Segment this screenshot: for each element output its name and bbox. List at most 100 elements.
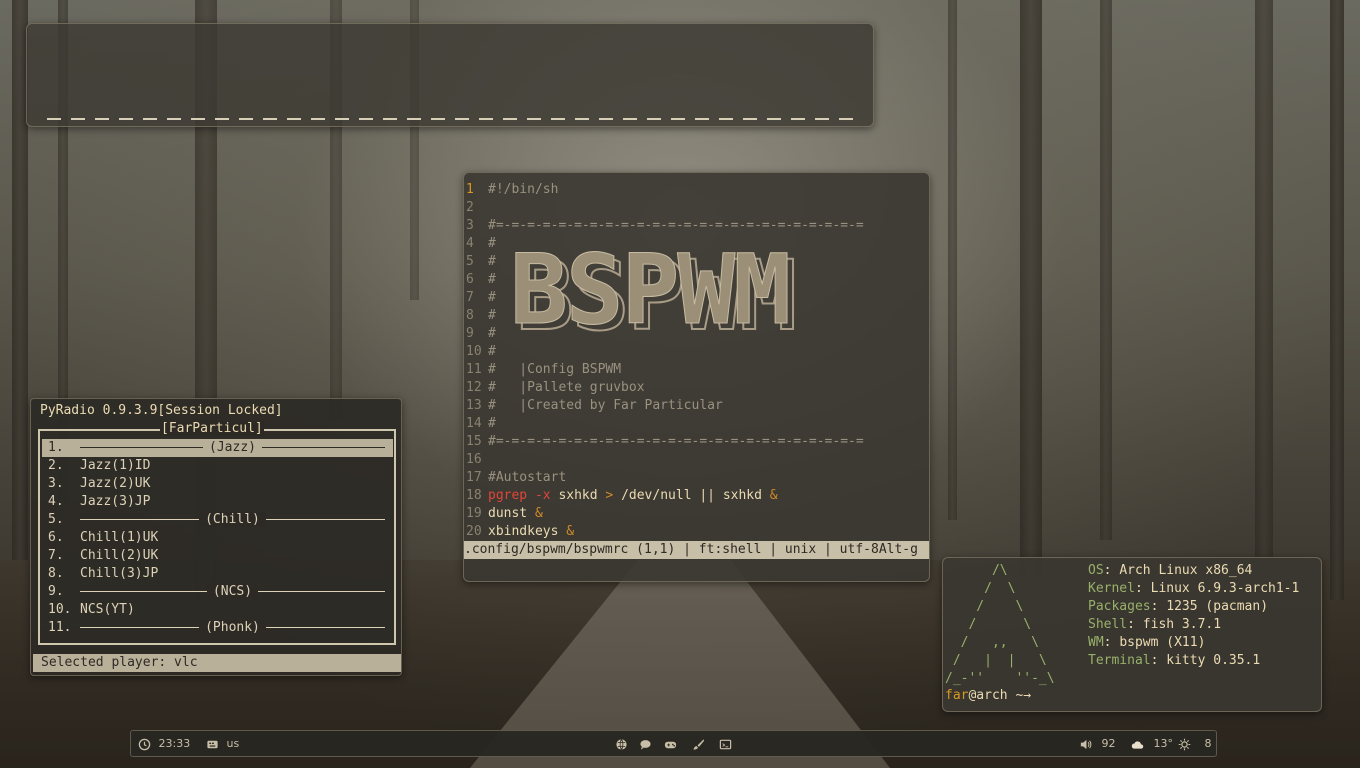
workspace-games[interactable] — [664, 737, 677, 751]
top-widget — [26, 23, 874, 127]
station-group-row[interactable]: 11. (Phonk) — [42, 619, 393, 637]
code-token: sxhkd — [550, 488, 606, 503]
code-line[interactable]: 15 #=-=-=-=-=-=-=-=-=-=-=-=-=-=-=-=-=-=-=… — [464, 433, 864, 451]
station-row[interactable]: 3. Jazz(2)UK — [42, 475, 393, 493]
weather-module[interactable]: 13° — [1129, 737, 1173, 751]
station-row[interactable]: 2. Jazz(1)ID — [42, 457, 393, 475]
line-number: 15 — [466, 434, 482, 449]
station-name: Jazz(2)UK — [80, 476, 151, 491]
code-token: #=-=-=-=-=-=-=-=-=-=-=-=-=-=-=-=-=-=-=-=… — [488, 218, 864, 233]
code-line[interactable]: 16 — [464, 451, 488, 469]
station-row[interactable]: 7. Chill(2)UK — [42, 547, 393, 565]
fastfetch-terminal[interactable]: /\ / \ / \ / \ / ,, \ / | | \ /_-'' ''-_… — [942, 557, 1322, 712]
code-line[interactable]: 20 xbindkeys & — [464, 523, 574, 541]
station-number: 1. — [48, 440, 64, 455]
code-token: # — [488, 344, 496, 359]
code-token: & — [534, 506, 543, 521]
code-line[interactable]: 5 # — [464, 253, 496, 271]
station-list[interactable]: [FarParticul] 1. (Jazz) 2. Jazz(1)ID 3. Jazz(… — [38, 421, 396, 645]
code-line[interactable]: 8 # — [464, 307, 496, 325]
station-name: NCS(YT) — [80, 602, 135, 617]
pyradio-window[interactable]: PyRadio 0.9.3.9[Session Locked] [FarPart… — [30, 398, 402, 676]
workspace-paint[interactable] — [692, 737, 705, 751]
workspace-chat[interactable] — [639, 737, 652, 751]
workspace-terminal[interactable] — [719, 737, 732, 751]
group-label: (NCS) — [206, 584, 259, 599]
code-token: pgrep — [488, 488, 528, 503]
station-row[interactable]: 8. Chill(3)JP — [42, 565, 393, 583]
line-number: 3 — [466, 218, 474, 233]
bspwm-ascii-banner: BSPWM BSPWM — [510, 235, 798, 345]
code-line[interactable]: 14 # — [464, 415, 496, 433]
code-line[interactable]: 9 # — [464, 325, 496, 343]
editor-window[interactable]: 1 #!/bin/sh 2 3 #=-=-=-=-=-=-=-=-=-=-=-=-=-=… — [463, 172, 930, 582]
code-token: #!/bin/sh — [488, 182, 559, 197]
code-line[interactable]: 6 # — [464, 271, 496, 289]
pyradio-status: Selected player: vlc — [33, 654, 401, 672]
station-number: 4. — [48, 494, 64, 509]
dashed-separator — [47, 118, 853, 120]
group-label: (Chill) — [199, 512, 266, 527]
line-number: 6 — [466, 272, 474, 287]
code-token: # |Config BSPWM — [488, 362, 622, 377]
code-line[interactable]: 7 # — [464, 289, 496, 307]
volume-level: 92 — [1101, 737, 1116, 750]
code-token: #=-=-=-=-=-=-=-=-=-=-=-=-=-=-=-=-=-=-=-=… — [488, 434, 864, 449]
code-line[interactable]: 18 pgrep -x sxhkd > /dev/null || sxhkd & — [464, 487, 778, 505]
keyboard-module[interactable]: us — [206, 737, 239, 751]
code-line[interactable]: 19 dunst & — [464, 505, 543, 523]
code-line[interactable]: 10 # — [464, 343, 496, 361]
line-number: 12 — [466, 380, 482, 395]
volume-module[interactable]: 92 — [1079, 737, 1116, 751]
station-group-row[interactable]: 1. (Jazz) — [42, 439, 393, 457]
pyradio-title: PyRadio 0.9.3.9[Session Locked] — [40, 403, 283, 418]
info-key: WM — [1088, 635, 1104, 650]
station-list-title: [FarParticul] — [160, 421, 264, 436]
clock-module[interactable]: 23:33 — [138, 737, 190, 751]
info-line: Terminal: kitty 0.35.1 — [1088, 653, 1261, 668]
volume-icon — [1080, 739, 1092, 749]
code-line[interactable]: 11 # |Config BSPWM — [464, 361, 621, 379]
code-line[interactable]: 2 — [464, 199, 488, 217]
svg-text:BSPWM: BSPWM — [510, 235, 789, 345]
prompt-host: @arch — [968, 688, 1008, 703]
station-number: 7. — [48, 548, 64, 563]
station-row[interactable]: 6. Chill(1)UK — [42, 529, 393, 547]
station-row[interactable]: 4. Jazz(3)JP — [42, 493, 393, 511]
station-number: 6. — [48, 530, 64, 545]
station-group-row[interactable]: 9. (NCS) — [42, 583, 393, 601]
cloud-icon — [1131, 740, 1144, 749]
station-row[interactable]: 10. NCS(YT) — [42, 601, 393, 619]
info-line: Kernel: Linux 6.9.3-arch1-1 — [1088, 581, 1300, 596]
code-token: # |Created by Far Particular — [488, 398, 723, 413]
line-number: 13 — [466, 398, 482, 413]
code-token: xbindkeys — [488, 524, 567, 539]
line-number: 2 — [466, 200, 474, 215]
code-line[interactable]: 12 # |Pallete gruvbox — [464, 379, 645, 397]
workspace-globe[interactable] — [615, 737, 628, 751]
line-number: 9 — [466, 326, 474, 341]
brightness-module[interactable]: 8 — [1178, 737, 1212, 751]
code-line[interactable]: 4 # — [464, 235, 496, 253]
line-number: 14 — [466, 416, 482, 431]
arch-logo-ascii: /\ / \ / \ / \ / ,, \ / | | \ /_-'' ''-_… — [945, 563, 1055, 686]
line-number: 8 — [466, 308, 474, 323]
prompt-symbol: ~→ — [1007, 688, 1032, 703]
info-key: OS — [1088, 563, 1104, 578]
code-token: & — [769, 488, 778, 503]
code-token: # — [488, 254, 496, 269]
code-token: & — [566, 524, 575, 539]
code-token: # — [488, 308, 496, 323]
station-number: 8. — [48, 566, 64, 581]
code-token: # — [488, 416, 496, 431]
code-line[interactable]: 3 #=-=-=-=-=-=-=-=-=-=-=-=-=-=-=-=-=-=-=-… — [464, 217, 864, 235]
station-number: 9. — [48, 584, 64, 599]
station-group-row[interactable]: 5. (Chill) — [42, 511, 393, 529]
code-line[interactable]: 13 # |Created by Far Particular — [464, 397, 723, 415]
code-line[interactable]: 17 #Autostart — [464, 469, 566, 487]
line-number: 17 — [466, 470, 482, 485]
shell-prompt[interactable]: far@arch ~→ — [945, 688, 1031, 703]
code-line[interactable]: 1 #!/bin/sh — [464, 181, 558, 199]
info-value: Arch Linux x86_64 — [1119, 563, 1253, 578]
